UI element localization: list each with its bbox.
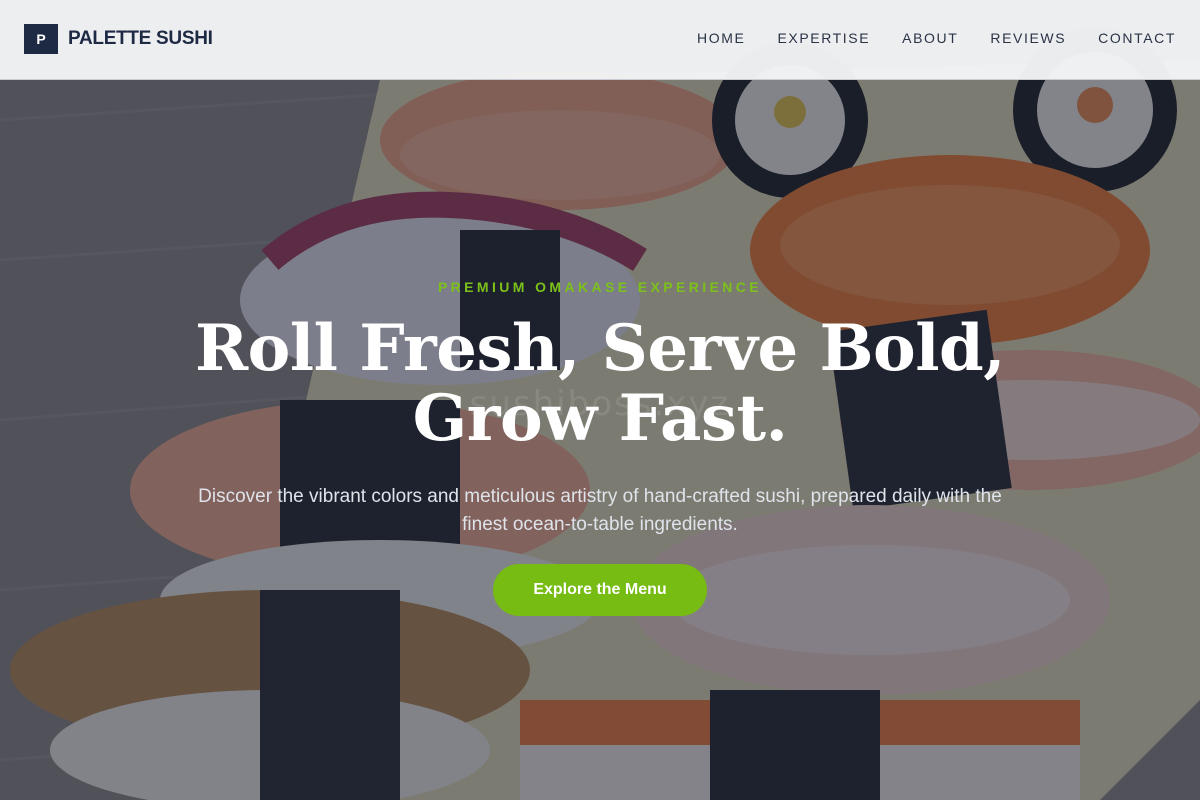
hero-subtitle: Discover the vibrant colors and meticulo… xyxy=(198,486,1002,535)
hero-section: PREMIUM OMAKASE EXPERIENCE Roll Fresh, S… xyxy=(0,0,1200,800)
page: sushiboss.xyz P PALETTE SUSHI HOME EXPER… xyxy=(0,0,1200,800)
hero-eyebrow: PREMIUM OMAKASE EXPERIENCE xyxy=(437,279,763,295)
hero-headline: Roll Fresh, Serve Bold, Grow Fast. xyxy=(150,314,1050,454)
explore-menu-button[interactable]: Explore the Menu xyxy=(493,564,707,616)
hero-headline-line-1: Roll Fresh, Serve Bold, xyxy=(194,311,1006,386)
hero-headline-line-2: Grow Fast. xyxy=(412,381,788,456)
